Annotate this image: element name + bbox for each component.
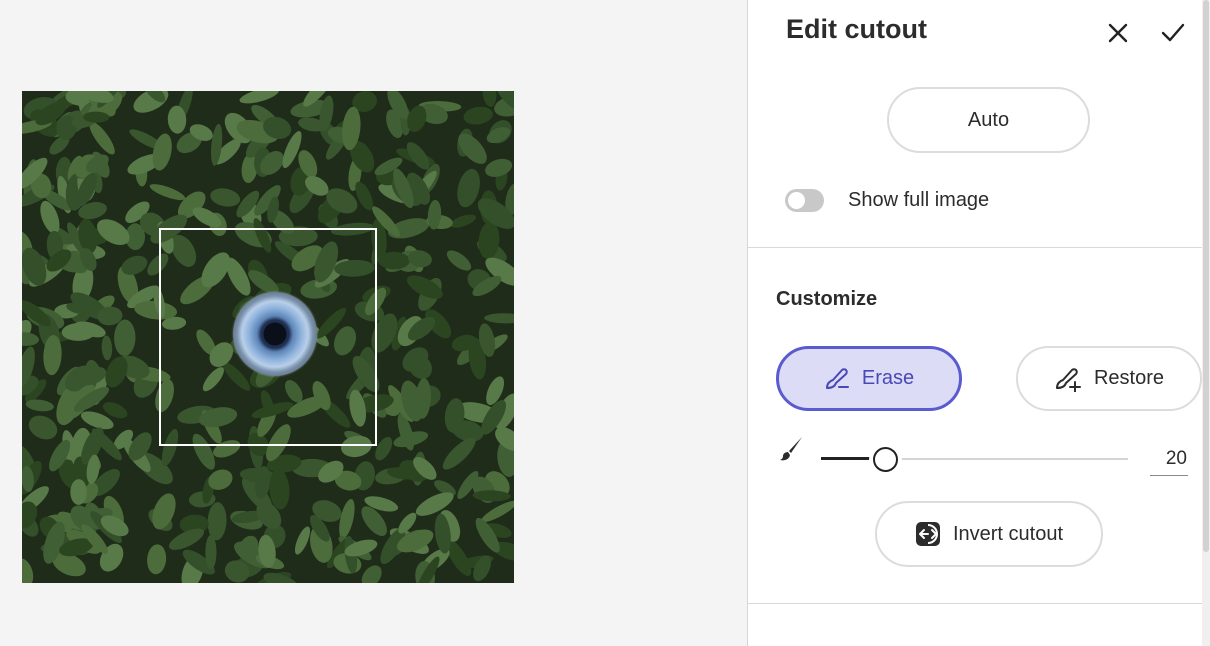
brush-size-slider[interactable] [821,446,1128,472]
section-divider [748,603,1203,604]
confirm-button[interactable] [1158,18,1188,48]
checkmark-icon [1161,23,1185,42]
panel-title: Edit cutout [786,14,927,44]
toggle-knob [788,192,805,209]
invert-cutout-label: Invert cutout [952,522,1064,545]
brush-icon [780,437,802,461]
show-full-image-toggle[interactable] [785,189,824,212]
close-icon [1108,23,1128,43]
restore-button-label: Restore [1093,367,1165,389]
panel-scrollbar[interactable] [1202,0,1210,646]
invert-icon [915,522,940,546]
edit-cutout-app: Edit cutout Auto Show full image Customi… [0,0,1210,646]
close-button[interactable] [1103,18,1133,48]
restore-button[interactable]: Restore [1016,346,1202,411]
auto-button[interactable]: Auto [887,87,1090,153]
brush-plus-icon [1055,367,1081,392]
eye-cutout-object[interactable] [233,292,317,376]
edit-cutout-panel: Edit cutout Auto Show full image Customi… [747,0,1210,646]
auto-button-label: Auto [967,108,1010,131]
brush-size-input[interactable]: 20 [1150,448,1188,476]
foliage-photo[interactable] [22,91,514,583]
brush-minus-icon [825,367,849,389]
invert-cutout-button[interactable]: Invert cutout [875,501,1103,567]
customize-heading: Customize [776,288,878,310]
section-divider [748,247,1203,248]
erase-button-label: Erase [861,367,915,389]
erase-button[interactable]: Erase [776,346,962,411]
scrollbar-thumb[interactable] [1203,0,1209,552]
slider-thumb[interactable] [873,447,899,472]
canvas-area [0,0,747,646]
show-full-image-label: Show full image [848,189,990,211]
